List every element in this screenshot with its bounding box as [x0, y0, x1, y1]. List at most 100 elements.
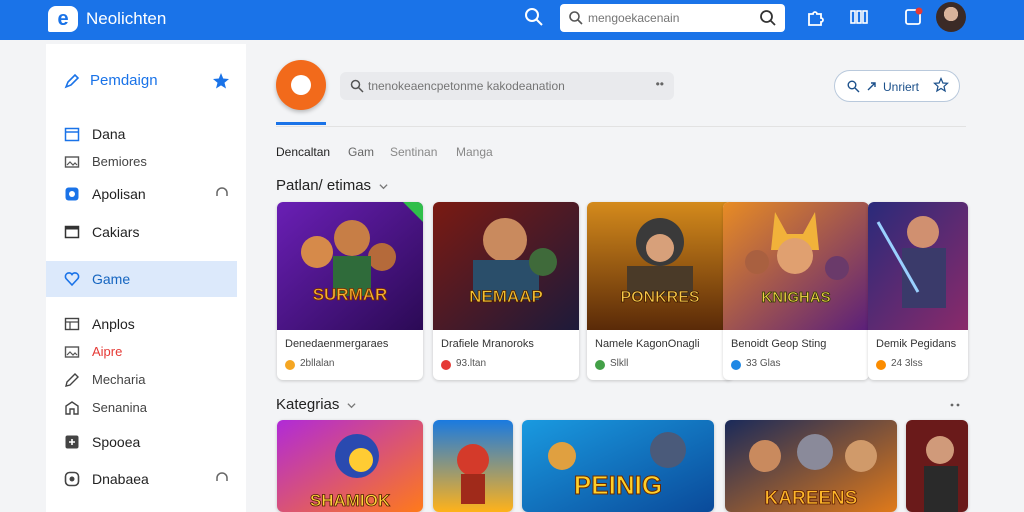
svg-text:SURMAR: SURMAR: [313, 285, 388, 304]
edit-icon: [64, 73, 80, 89]
sidebar-header[interactable]: Pemdaign: [62, 72, 232, 92]
game-meta-text: 33 Glas: [746, 358, 781, 369]
rating-icon: [441, 360, 451, 370]
tab-manga[interactable]: Manga: [456, 145, 493, 159]
sidebar-item-label: Game: [92, 271, 131, 287]
grid-icon: [64, 317, 80, 331]
category-card[interactable]: SHAMIOK: [277, 420, 423, 512]
game-card[interactable]: KNIGHAS Benoidt Geop Sting 33 Glas: [723, 202, 869, 380]
game-title: Demik Pegidans: [876, 338, 957, 350]
game-title: Denedaenmergaraes: [285, 338, 389, 350]
calendar-icon: [64, 127, 80, 142]
sidebar-item-label: Dana: [92, 126, 126, 142]
search-icon[interactable]: [524, 7, 544, 27]
game-thumbnail: NEMAAP: [433, 202, 579, 330]
image-icon: [64, 156, 80, 168]
search-icon: [847, 80, 860, 93]
pill-button[interactable]: Unriert: [834, 70, 960, 102]
sidebar-item-label: Cakiars: [92, 224, 140, 240]
game-title: Drafiele Mranoroks: [441, 338, 534, 350]
game-meta-text: Slkll: [610, 358, 629, 369]
category-card[interactable]: KAREENS: [725, 420, 897, 512]
image-icon: [64, 346, 80, 358]
logo-face-icon: [291, 75, 311, 95]
library-icon[interactable]: [848, 6, 870, 28]
sidebar-item-label: Apolisan: [92, 186, 146, 202]
svg-text:KAREENS: KAREENS: [765, 488, 858, 509]
tab-gam[interactable]: Gam: [348, 145, 374, 159]
category-card[interactable]: [906, 420, 968, 512]
game-card[interactable]: NEMAAP Drafiele Mranoroks 93.ltan: [433, 202, 579, 380]
game-thumbnail: KNIGHAS: [723, 202, 869, 330]
more-options-icon[interactable]: ••: [656, 77, 664, 91]
headset-icon[interactable]: [215, 186, 229, 200]
headset-icon[interactable]: [215, 471, 229, 485]
sidebar-item-label: Mecharia: [92, 372, 146, 387]
avatar[interactable]: [936, 2, 966, 32]
sidebar-item-spooea[interactable]: Spooea: [46, 424, 237, 460]
circle-icon: [64, 471, 80, 487]
puzzle-icon[interactable]: [804, 6, 826, 28]
pen-icon: [65, 373, 79, 387]
chevron-down-icon: [347, 402, 356, 408]
store-logo[interactable]: [276, 60, 326, 110]
game-meta-text: 24 3lss: [891, 358, 923, 369]
main-search-input[interactable]: [368, 76, 638, 96]
notification-icon[interactable]: [902, 6, 924, 28]
more-icon[interactable]: [948, 398, 962, 412]
tab-dencaltan[interactable]: Dencaltan: [276, 145, 330, 159]
game-title: Benoidt Geop Sting: [731, 338, 827, 350]
sidebar-header-label: Pemdaign: [90, 72, 158, 89]
sidebar-item-game[interactable]: Game: [46, 261, 237, 297]
main-search-box[interactable]: ••: [340, 72, 674, 100]
heart-icon: [64, 272, 80, 287]
rating-icon: [595, 360, 605, 370]
divider: [276, 126, 966, 127]
game-title: Namele KagonOnagli: [595, 338, 700, 350]
category-card[interactable]: [433, 420, 513, 512]
svg-text:SHAMIOK: SHAMIOK: [310, 491, 391, 510]
top-search-box[interactable]: [560, 4, 785, 32]
main-content: •• Unriert Dencaltan Gam Sentinan Manga …: [256, 44, 1024, 512]
sidebar-item-label: Aipre: [92, 344, 123, 359]
active-indicator: [276, 122, 326, 125]
window-icon: [64, 225, 80, 239]
top-app-bar: e Neolichten: [0, 0, 1024, 40]
star-icon[interactable]: [212, 72, 230, 90]
top-search-input[interactable]: [588, 8, 748, 28]
home-icon: [65, 401, 79, 415]
svg-text:NEMAAP: NEMAAP: [469, 287, 543, 306]
section-title-categories[interactable]: Kategrias: [276, 396, 356, 413]
search-icon: [350, 79, 364, 93]
section-title-text: Kategrias: [276, 396, 340, 413]
sidebar-item-label: Dnabaea: [92, 471, 149, 487]
game-thumbnail: [868, 202, 968, 330]
game-card[interactable]: PONKRES Namele KagonOnagli Slkll: [587, 202, 733, 380]
pill-label: Unriert: [883, 80, 920, 94]
sidebar-item-label: Spooea: [92, 434, 141, 450]
svg-text:PEINIG: PEINIG: [574, 470, 662, 500]
sidebar-item-cakiars[interactable]: Cakiars: [46, 214, 237, 250]
sidebar-item-dnabaea[interactable]: Dnabaea: [46, 461, 237, 497]
svg-text:PONKRES: PONKRES: [620, 289, 699, 306]
sidebar-item-apolisan[interactable]: Apolisan: [46, 176, 237, 212]
game-thumbnail: PONKRES: [587, 202, 733, 330]
app-logo[interactable]: e: [48, 6, 78, 32]
tab-sentinan[interactable]: Sentinan: [390, 145, 437, 159]
category-card[interactable]: PEINIG: [522, 420, 714, 512]
sidebar-item-bemiores[interactable]: Bemiores: [46, 144, 237, 180]
shield-icon: [65, 187, 79, 201]
section-title-popular[interactable]: Patlan/ etimas: [276, 177, 388, 194]
game-card[interactable]: SURMAR Denedaenmergaraes 2bllalan: [277, 202, 423, 380]
rating-icon: [876, 360, 886, 370]
rating-icon: [285, 360, 295, 370]
sidebar-item-label: Bemiores: [92, 154, 147, 169]
sidebar-item-senanina[interactable]: Senanina: [46, 390, 237, 426]
search-icon[interactable]: [759, 9, 777, 27]
game-card[interactable]: Demik Pegidans 24 3lss: [868, 202, 968, 380]
rating-icon: [731, 360, 741, 370]
game-thumbnail: SURMAR: [277, 202, 423, 330]
link-icon: [867, 82, 876, 91]
sidebar-item-label: Anplos: [92, 316, 135, 332]
star-icon[interactable]: [933, 77, 949, 93]
